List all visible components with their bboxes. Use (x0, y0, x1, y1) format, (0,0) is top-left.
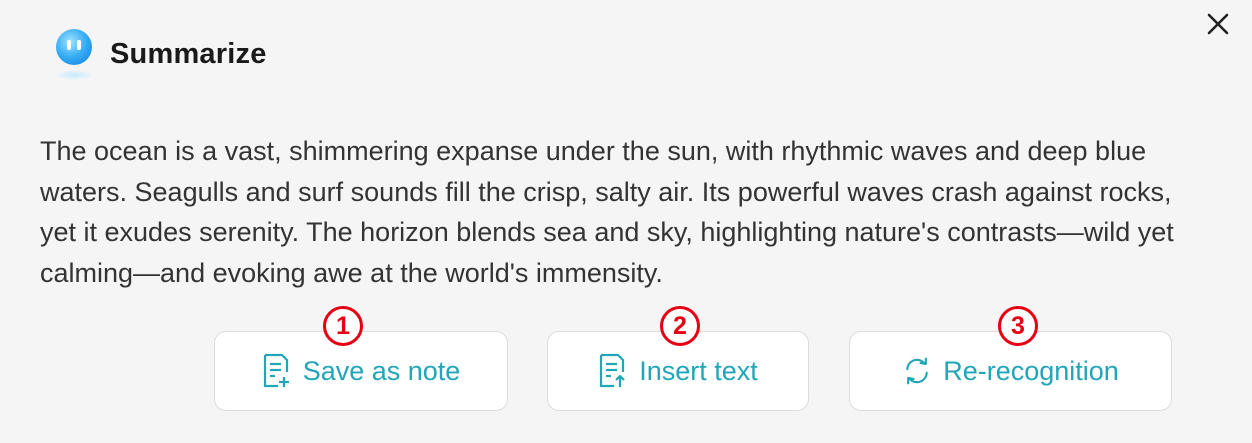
re-recognition-label: Re-recognition (943, 355, 1119, 386)
save-as-note-label: Save as note (302, 355, 461, 386)
assistant-logo-icon (50, 26, 98, 82)
summarize-dialog: Summarize The ocean is a vast, shimmerin… (0, 0, 1252, 443)
insert-text-label: Insert text (639, 355, 758, 386)
callout-marker-1: 1 (323, 306, 363, 346)
save-as-note-button[interactable]: Save as note (214, 331, 508, 411)
refresh-icon (902, 353, 932, 389)
note-add-icon (262, 353, 292, 389)
callout-marker-2: 2 (660, 306, 700, 346)
dialog-title: Summarize (110, 37, 267, 70)
close-icon[interactable] (1204, 10, 1232, 38)
summary-text: The ocean is a vast, shimmering expanse … (40, 136, 1174, 288)
note-insert-icon (598, 353, 628, 389)
callout-marker-3: 3 (998, 306, 1038, 346)
dialog-header: Summarize (50, 26, 267, 82)
